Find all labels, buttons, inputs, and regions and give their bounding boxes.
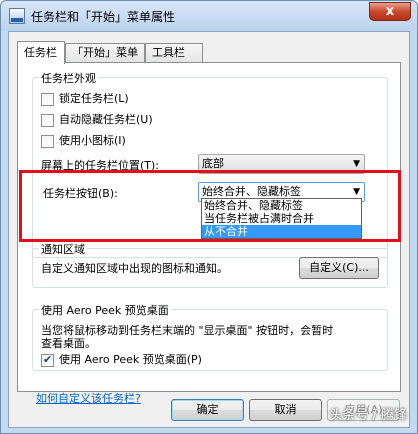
autohide-taskbar-checkbox[interactable]: 自动隐藏任务栏(U) (41, 111, 153, 127)
taskbar-app-icon (9, 8, 25, 24)
dropdown-option-selected[interactable]: 从不合并 (202, 225, 361, 238)
combo-value: 底部 (202, 157, 224, 170)
watermark: 头条号 / 腾锋 (329, 408, 407, 423)
checkbox-label: 使用 Aero Peek 预览桌面(P) (59, 353, 202, 366)
customize-taskbar-help-link[interactable]: 如何自定义该任务栏? (36, 390, 141, 406)
taskbar-location-label: 屏幕上的任务栏位置(T): (41, 159, 160, 172)
properties-window: 任务栏和「开始」菜单属性 x 任务栏 「开始」菜单 工具栏 任务栏外观 锁定任务… (0, 0, 418, 434)
tab-toolbars[interactable]: 工具栏 (145, 43, 203, 62)
dropdown-option[interactable]: 当任务栏被占满时合并 (202, 212, 361, 225)
dropdown-option[interactable]: 始终合并、隐藏标签 (202, 199, 361, 212)
small-icons-checkbox[interactable]: 使用小图标(I) (41, 132, 126, 148)
title-bar[interactable]: 任务栏和「开始」菜单属性 x (1, 1, 417, 31)
tab-start-menu[interactable]: 「开始」菜单 (65, 43, 145, 62)
checkbox-label: 使用小图标(I) (59, 134, 126, 147)
combo-value: 始终合并、隐藏标签 (202, 185, 301, 198)
checkbox-label: 自动隐藏任务栏(U) (59, 113, 153, 126)
checkbox-box-checked (41, 353, 54, 367)
window-title: 任务栏和「开始」菜单属性 (31, 10, 176, 24)
checkbox-box (41, 134, 54, 148)
notify-description: 自定义通知区域中出现的图标和通知。 (41, 262, 228, 275)
group-legend-appearance: 任务栏外观 (39, 70, 98, 86)
taskbar-buttons-label: 任务栏按钮(B): (43, 187, 118, 200)
checkbox-box (41, 92, 54, 106)
ok-button[interactable]: 确定 (171, 399, 244, 421)
close-button[interactable]: x (369, 2, 411, 21)
lock-taskbar-checkbox[interactable]: 锁定任务栏(L) (41, 90, 129, 106)
tab-taskbar[interactable]: 任务栏 (17, 41, 65, 64)
group-aero-peek: 使用 Aero Peek 预览桌面 当您将鼠标移动到任务栏末端的 "显示桌面" … (32, 302, 388, 371)
cancel-button[interactable]: 取消 (249, 399, 322, 421)
close-icon: x (385, 4, 395, 19)
taskbar-buttons-dropdown-list: 始终合并、隐藏标签 当任务栏被占满时合并 从不合并 (201, 198, 362, 239)
checkbox-label: 锁定任务栏(L) (59, 92, 129, 105)
group-legend-notify: 通知区域 (39, 241, 87, 257)
aero-peek-checkbox[interactable]: 使用 Aero Peek 预览桌面(P) (41, 351, 202, 367)
group-legend-aero: 使用 Aero Peek 预览桌面 (39, 302, 171, 318)
chevron-down-icon: ▼ (353, 159, 360, 169)
taskbar-location-combo[interactable]: 底部 ▼ (198, 154, 365, 174)
group-notification-area: 通知区域 自定义通知区域中出现的图标和通知。 自定义(C)... (32, 241, 388, 288)
customize-button[interactable]: 自定义(C)... (299, 257, 379, 279)
checkbox-box (41, 113, 54, 127)
aero-description-line2: 查看桌面。 (41, 337, 96, 350)
